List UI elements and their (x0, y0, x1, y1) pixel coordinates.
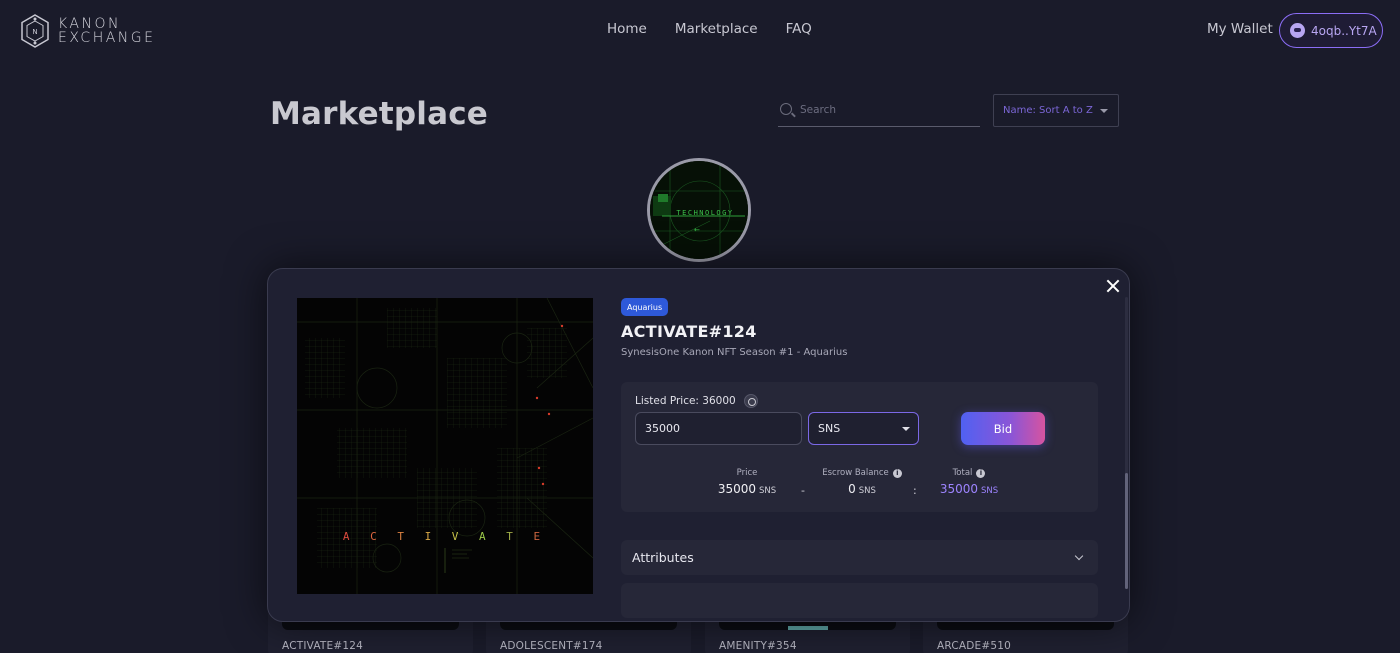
price-stat: Price 35000 SNS (712, 468, 782, 496)
total-stat: Total i 35000 SNS (934, 468, 1004, 496)
nav-faq[interactable]: FAQ (786, 21, 812, 37)
total-unit: SNS (981, 486, 999, 496)
sort-label: Name: Sort A to Z (1003, 105, 1093, 116)
escrow-value: 0 (848, 482, 856, 496)
chevron-down-icon (1100, 109, 1108, 113)
svg-text:←: ← (694, 226, 700, 234)
escrow-unit: SNS (858, 486, 876, 496)
search-icon (780, 103, 792, 115)
nft-subtitle: SynesisOne Kanon NFT Season #1 - Aquariu… (621, 347, 848, 358)
minus-sign: - (801, 484, 805, 497)
logo-line-1: KANON (58, 16, 121, 32)
kanon-logo[interactable]: N KANON EXCHANGE (20, 14, 155, 48)
kanon-logo-icon: N (21, 14, 49, 48)
chevron-down-icon (902, 427, 910, 431)
escrow-stat: Escrow Balance i 0 SNS (817, 468, 907, 496)
search-input[interactable] (800, 99, 975, 121)
modal-scroll-thumb[interactable] (1125, 473, 1128, 589)
logo-line-2: EXCHANGE (58, 30, 156, 46)
currency-label: SNS (818, 422, 841, 435)
nav-marketplace[interactable]: Marketplace (675, 21, 758, 37)
modal-scrollbar[interactable] (1125, 297, 1128, 589)
page-title: Marketplace (270, 96, 489, 132)
my-wallet-link[interactable]: My Wallet (1207, 21, 1273, 37)
nft-image-art (297, 298, 593, 594)
logo-text: KANON EXCHANGE (58, 17, 155, 45)
collection-avatar: TECHNOLOGY ← (647, 158, 751, 262)
listed-price: Listed Price: 36000 (635, 394, 758, 408)
attributes-accordion[interactable]: Attributes (621, 540, 1098, 575)
escrow-label: Escrow Balance (822, 468, 889, 478)
price-value: 35000 (717, 482, 757, 496)
nft-detail-modal: A C T I V A T E Aquarius ACTIVATE#124 Sy… (267, 268, 1130, 622)
price-unit: SNS (759, 486, 777, 496)
wallet-address: 4oqb..Yt7A (1311, 23, 1377, 38)
nft-card-title: ADOLESCENT#174 (500, 640, 603, 652)
nav-home[interactable]: Home (607, 21, 647, 37)
wallet-address-button[interactable]: 4oqb..Yt7A (1279, 13, 1383, 48)
nft-image: A C T I V A T E (297, 298, 593, 594)
bid-button[interactable]: Bid (961, 412, 1045, 445)
nft-card-title: ARCADE#510 (937, 640, 1012, 652)
price-label: Price (736, 468, 758, 478)
total-label: Total (952, 468, 973, 478)
listed-price-label: Listed Price: 36000 (635, 395, 736, 407)
bid-panel: Listed Price: 36000 SNS Bid Price 35000S… (621, 382, 1098, 512)
close-icon[interactable] (1106, 279, 1120, 293)
nft-card-title: AMENITY#354 (719, 640, 797, 652)
svg-text:N: N (32, 28, 37, 36)
nft-image-word-text: A C T I V A T E (342, 530, 548, 543)
equals-sign: : (913, 484, 917, 497)
coin-icon (743, 394, 758, 408)
collection-tag: Aquarius (621, 298, 669, 316)
collection-avatar-text: TECHNOLOGY (676, 209, 733, 217)
currency-dropdown[interactable]: SNS (808, 412, 919, 445)
next-accordion[interactable] (621, 583, 1098, 618)
wallet-avatar-icon (1290, 23, 1305, 38)
attributes-label: Attributes (632, 550, 694, 565)
nft-image-word: A C T I V A T E (297, 530, 593, 543)
nft-card-image-accent (788, 626, 828, 630)
collection-avatar-art: TECHNOLOGY ← (650, 161, 748, 259)
bid-amount-input[interactable] (635, 412, 802, 445)
chevron-down-icon (1074, 551, 1084, 561)
main-nav: Home Marketplace FAQ (607, 21, 812, 37)
total-value: 35000 (939, 482, 979, 496)
info-icon[interactable]: i (892, 468, 902, 478)
nft-card-title: ACTIVATE#124 (282, 640, 364, 652)
search-bar (778, 96, 980, 127)
info-icon[interactable]: i (976, 468, 986, 478)
nft-title: ACTIVATE#124 (621, 322, 757, 341)
sort-dropdown[interactable]: Name: Sort A to Z (993, 94, 1119, 127)
